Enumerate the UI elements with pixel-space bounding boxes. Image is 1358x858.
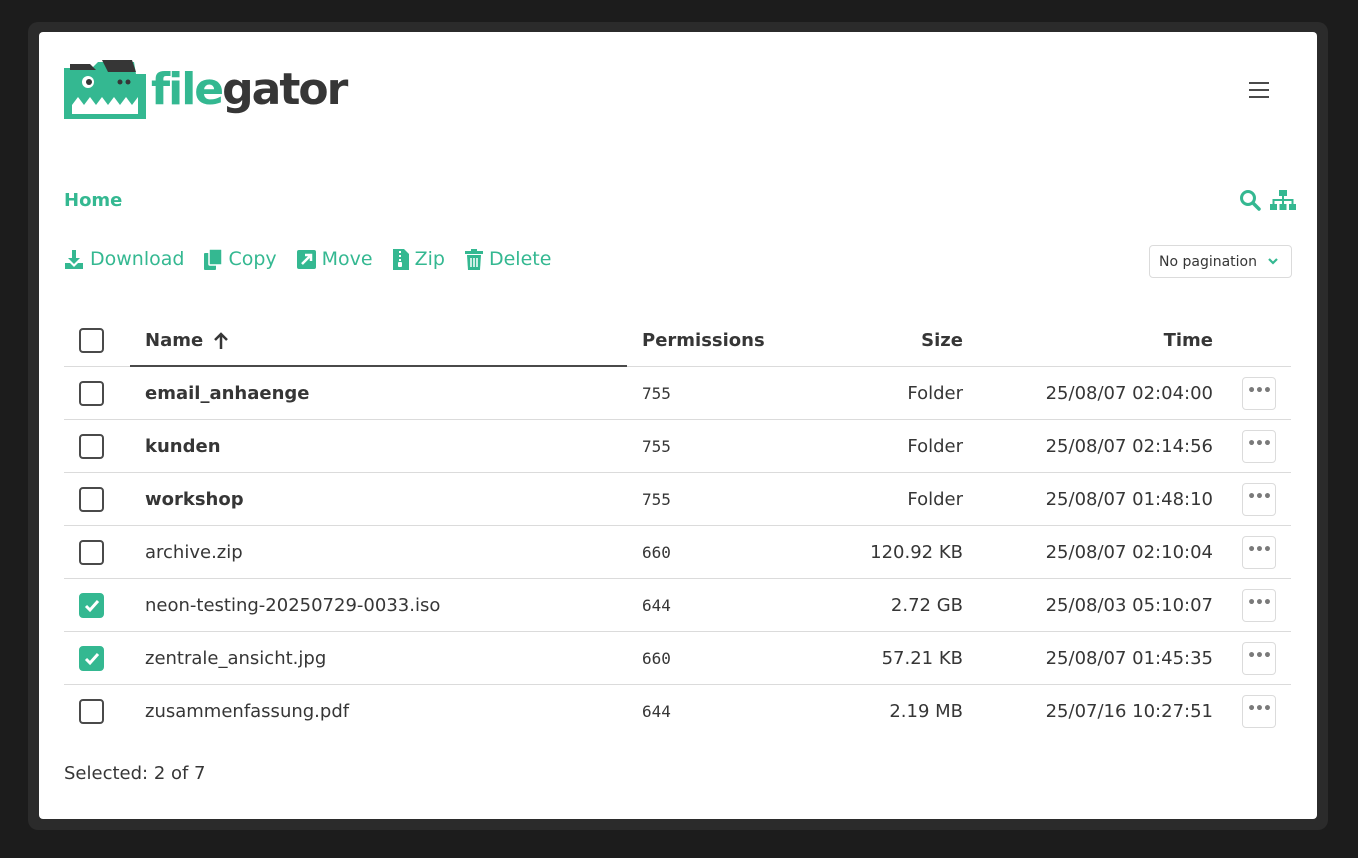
file-name[interactable]: neon-testing-20250729-0033.iso bbox=[145, 579, 440, 632]
row-actions-button[interactable]: ••• bbox=[1242, 430, 1276, 463]
move-icon bbox=[296, 249, 316, 269]
logo-wordmark: filegator bbox=[151, 68, 348, 112]
copy-icon bbox=[204, 248, 223, 270]
toolbar: Download Copy Move Zip Delete bbox=[64, 248, 551, 270]
file-permissions[interactable]: 660 bbox=[642, 526, 671, 579]
hamburger-menu-icon[interactable] bbox=[1249, 82, 1271, 98]
trash-icon bbox=[464, 248, 483, 270]
file-name[interactable]: kunden bbox=[145, 420, 221, 473]
ellipsis-icon: ••• bbox=[1247, 647, 1272, 664]
file-name[interactable]: zentrale_ansicht.jpg bbox=[145, 632, 326, 685]
row-actions-button[interactable]: ••• bbox=[1242, 589, 1276, 622]
pagination-value: No pagination bbox=[1159, 253, 1257, 270]
ellipsis-icon: ••• bbox=[1247, 382, 1272, 399]
column-time-header[interactable]: Time bbox=[1164, 314, 1213, 367]
table-row[interactable]: archive.zip 660 120.92 KB 25/08/07 02:10:04… bbox=[64, 526, 1291, 579]
zip-icon bbox=[392, 248, 409, 270]
row-checkbox[interactable] bbox=[79, 487, 104, 512]
breadcrumb-home[interactable]: Home bbox=[64, 190, 122, 211]
table-row[interactable]: zusammenfassung.pdf 644 2.19 MB 25/07/16 10… bbox=[64, 685, 1291, 738]
file-size: 2.19 MB bbox=[889, 701, 963, 722]
file-size: Folder bbox=[907, 436, 963, 457]
file-permissions[interactable]: 644 bbox=[642, 685, 671, 738]
ellipsis-icon: ••• bbox=[1247, 541, 1272, 558]
file-permissions[interactable]: 755 bbox=[642, 367, 671, 420]
file-time: 25/08/07 02:14:56 bbox=[1045, 436, 1213, 457]
main-card: filegator Home Download Copy Move Zip De… bbox=[39, 32, 1317, 819]
download-label: Download bbox=[90, 248, 185, 270]
table-row[interactable]: email_anhaenge 755 Folder 25/08/07 02:04:00… bbox=[64, 367, 1291, 420]
file-time: 25/08/03 05:10:07 bbox=[1045, 595, 1213, 616]
zip-button[interactable]: Zip bbox=[392, 248, 445, 270]
zip-label: Zip bbox=[414, 248, 445, 270]
row-checkbox[interactable] bbox=[79, 540, 104, 565]
ellipsis-icon: ••• bbox=[1247, 488, 1272, 505]
file-time: 25/07/16 10:27:51 bbox=[1045, 701, 1213, 722]
file-size: Folder bbox=[907, 489, 963, 510]
ellipsis-icon: ••• bbox=[1247, 700, 1272, 717]
ellipsis-icon: ••• bbox=[1247, 435, 1272, 452]
file-name[interactable]: workshop bbox=[145, 473, 244, 526]
file-name[interactable]: archive.zip bbox=[145, 526, 243, 579]
gator-logo-icon bbox=[64, 60, 146, 119]
search-icon[interactable] bbox=[1239, 189, 1261, 215]
table-body: email_anhaenge 755 Folder 25/08/07 02:04:00… bbox=[64, 367, 1291, 738]
download-button[interactable]: Download bbox=[64, 248, 184, 270]
move-button[interactable]: Move bbox=[296, 248, 373, 270]
row-actions-button[interactable]: ••• bbox=[1242, 642, 1276, 675]
copy-label: Copy bbox=[228, 248, 277, 270]
checkmark-icon bbox=[84, 652, 99, 665]
copy-button[interactable]: Copy bbox=[204, 248, 277, 270]
row-checkbox[interactable] bbox=[79, 434, 104, 459]
row-actions-button[interactable]: ••• bbox=[1242, 536, 1276, 569]
file-permissions[interactable]: 755 bbox=[642, 473, 671, 526]
file-size: Folder bbox=[907, 383, 963, 404]
table-header: Name Permissions Size Time bbox=[64, 314, 1291, 367]
pagination-select[interactable]: No pagination bbox=[1149, 245, 1292, 278]
file-permissions[interactable]: 660 bbox=[642, 632, 671, 685]
app-logo[interactable]: filegator bbox=[64, 60, 348, 120]
delete-label: Delete bbox=[488, 248, 552, 270]
select-all-checkbox[interactable] bbox=[79, 328, 104, 353]
row-checkbox[interactable] bbox=[79, 646, 104, 671]
file-table: Name Permissions Size Time email_anhaeng… bbox=[64, 314, 1291, 738]
file-size: 120.92 KB bbox=[870, 542, 963, 563]
ellipsis-icon: ••• bbox=[1247, 594, 1272, 611]
file-time: 25/08/07 02:04:00 bbox=[1045, 383, 1213, 404]
file-name[interactable]: email_anhaenge bbox=[145, 367, 310, 420]
file-time: 25/08/07 02:10:04 bbox=[1045, 542, 1213, 563]
selection-count: Selected: 2 of 7 bbox=[64, 763, 206, 784]
logo-file-text: file bbox=[151, 64, 224, 115]
file-permissions[interactable]: 755 bbox=[642, 420, 671, 473]
table-row[interactable]: workshop 755 Folder 25/08/07 01:48:10 ••• bbox=[64, 473, 1291, 526]
column-name-header[interactable]: Name bbox=[145, 314, 229, 367]
file-permissions[interactable]: 644 bbox=[642, 579, 671, 632]
row-actions-button[interactable]: ••• bbox=[1242, 483, 1276, 516]
column-name-label: Name bbox=[145, 330, 204, 351]
row-actions-button[interactable]: ••• bbox=[1242, 695, 1276, 728]
row-checkbox[interactable] bbox=[79, 593, 104, 618]
row-checkbox[interactable] bbox=[79, 699, 104, 724]
sitemap-icon[interactable] bbox=[1270, 189, 1296, 215]
file-time: 25/08/07 01:45:35 bbox=[1045, 648, 1213, 669]
table-row[interactable]: kunden 755 Folder 25/08/07 02:14:56 ••• bbox=[64, 420, 1291, 473]
file-size: 2.72 GB bbox=[890, 595, 963, 616]
download-icon bbox=[65, 250, 83, 269]
table-row[interactable]: zentrale_ansicht.jpg 660 57.21 KB 25/08/07 … bbox=[64, 632, 1291, 685]
file-name[interactable]: zusammenfassung.pdf bbox=[145, 685, 349, 738]
column-permissions-header[interactable]: Permissions bbox=[642, 314, 765, 367]
row-checkbox[interactable] bbox=[79, 381, 104, 406]
move-label: Move bbox=[321, 248, 373, 270]
checkmark-icon bbox=[84, 599, 99, 612]
column-size-header[interactable]: Size bbox=[921, 314, 963, 367]
file-time: 25/08/07 01:48:10 bbox=[1045, 489, 1213, 510]
logo-gator-text: gator bbox=[222, 64, 348, 115]
delete-button[interactable]: Delete bbox=[464, 248, 552, 270]
row-actions-button[interactable]: ••• bbox=[1242, 377, 1276, 410]
file-size: 57.21 KB bbox=[881, 648, 963, 669]
table-row[interactable]: neon-testing-20250729-0033.iso 644 2.72 GB… bbox=[64, 579, 1291, 632]
arrow-up-icon bbox=[214, 331, 229, 349]
chevron-down-icon bbox=[1268, 258, 1278, 265]
